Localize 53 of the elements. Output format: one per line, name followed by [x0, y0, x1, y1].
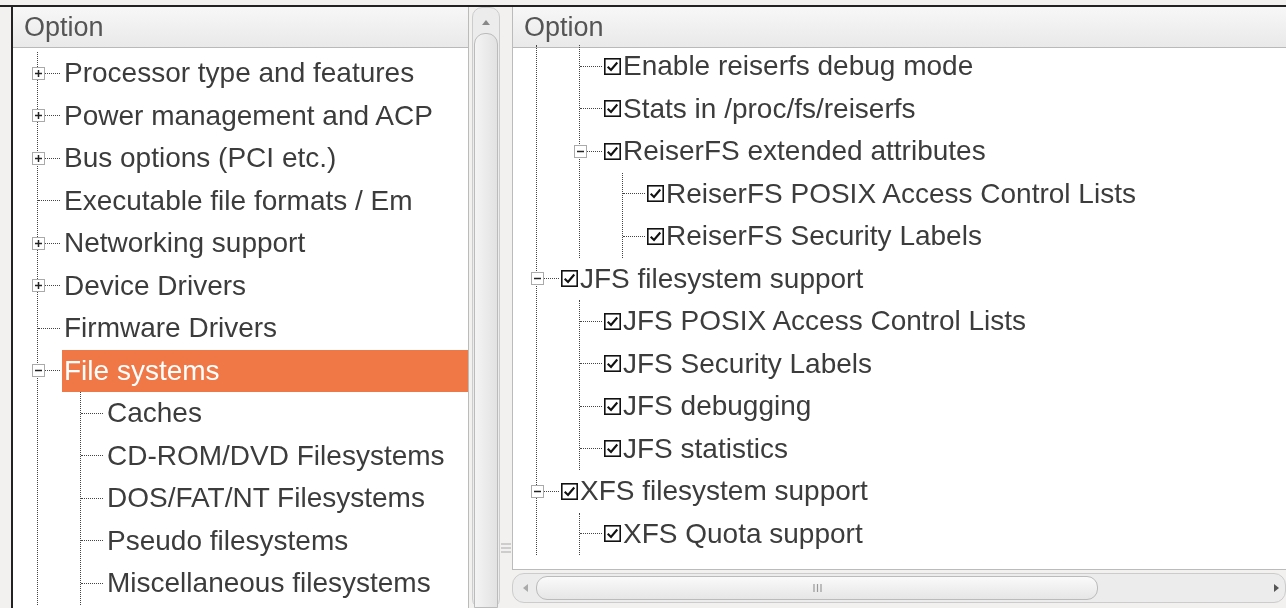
tree-item[interactable]: JFS statistics	[621, 427, 790, 470]
checkbox[interactable]	[647, 227, 664, 245]
tree-item[interactable]: Miscellaneous filesystems	[105, 562, 469, 605]
tree-item[interactable]: ReiserFS POSIX Access Control Lists	[664, 172, 1138, 215]
checkbox[interactable]	[604, 57, 621, 75]
column-header[interactable]: Option	[13, 7, 469, 48]
collapse-icon[interactable]	[530, 272, 544, 286]
tree-item[interactable]: Processor type and features	[62, 52, 469, 95]
tree-item[interactable]: JFS debugging	[621, 385, 814, 428]
collapse-icon[interactable]	[573, 144, 587, 158]
expand-icon[interactable]	[31, 109, 45, 123]
tree-item[interactable]: Enable reiserfs debug mode	[621, 45, 976, 88]
tree-item[interactable]: JFS Security Labels	[621, 342, 874, 385]
tree-item[interactable]: Executable file formats / Em	[62, 179, 469, 222]
scroll-right-icon[interactable]	[1274, 584, 1279, 592]
checkbox[interactable]	[561, 270, 578, 288]
tree-item[interactable]: Firmware Drivers	[62, 307, 469, 350]
tree-item[interactable]: XFS Quota support	[621, 512, 865, 555]
checkbox[interactable]	[604, 142, 621, 160]
tree-item[interactable]: JFS POSIX Access Control Lists	[621, 300, 1029, 343]
checkbox[interactable]	[604, 525, 621, 543]
grip-icon	[812, 584, 822, 592]
tree-item[interactable]: ReiserFS extended attributes	[621, 130, 988, 173]
tree-item[interactable]: Networking support	[62, 222, 469, 265]
checkbox[interactable]	[604, 355, 621, 373]
expand-icon[interactable]	[31, 279, 45, 293]
tree-item[interactable]: CD-ROM/DVD Filesystems	[105, 434, 469, 477]
tree-item[interactable]: Stats in /proc/fs/reiserfs	[621, 87, 918, 130]
tree-item[interactable]: DOS/FAT/NT Filesystems	[105, 477, 469, 520]
checkbox[interactable]	[604, 100, 621, 118]
checkbox[interactable]	[561, 482, 578, 500]
collapse-icon[interactable]	[530, 484, 544, 498]
pane-handle-icon[interactable]	[501, 542, 511, 554]
checkbox[interactable]	[604, 440, 621, 458]
scrollbar-thumb[interactable]	[536, 576, 1098, 600]
tree-item[interactable]: Pseudo filesystems	[105, 519, 469, 562]
collapse-icon[interactable]	[31, 364, 45, 378]
tree-item[interactable]: Device Drivers	[62, 264, 469, 307]
checkbox[interactable]	[604, 312, 621, 330]
tree-item[interactable]: Power management and ACP	[62, 94, 469, 137]
expand-icon[interactable]	[31, 66, 45, 80]
tree-item[interactable]: ReiserFS Security Labels	[664, 215, 984, 258]
tree-item[interactable]: Caches	[105, 392, 469, 435]
tree-item[interactable]: Bus options (PCI etc.)	[62, 137, 469, 180]
column-header[interactable]: Option	[513, 7, 1286, 48]
tree-item[interactable]: XFS filesystem support	[578, 470, 870, 513]
scrollbar[interactable]	[512, 573, 1286, 603]
scroll-up-icon[interactable]	[482, 20, 491, 25]
tree-item[interactable]: JFS filesystem support	[578, 257, 866, 300]
checkbox[interactable]	[647, 185, 664, 203]
expand-icon[interactable]	[31, 236, 45, 250]
checkbox[interactable]	[604, 397, 621, 415]
expand-icon[interactable]	[31, 151, 45, 165]
